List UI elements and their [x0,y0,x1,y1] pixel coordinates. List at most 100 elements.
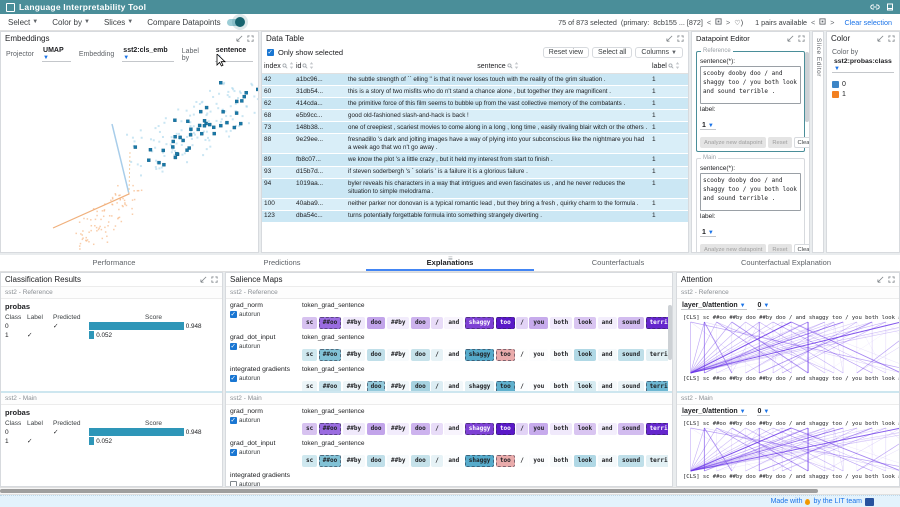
attention-layer-select[interactable]: layer_0/attention ▼ [681,302,747,310]
only-show-selected-checkbox[interactable] [267,49,274,56]
classification-title: Classification Results [5,275,81,284]
salience-token: you [529,423,548,435]
autorun-checkbox[interactable] [230,311,237,318]
autorun-checkbox[interactable] [230,375,237,382]
reset-view-button[interactable]: Reset view [543,47,589,58]
minimize-icon[interactable] [236,35,243,42]
embeddings-scatter[interactable] [1,76,258,252]
sort-icon[interactable] [289,62,294,71]
sort-icon[interactable] [514,62,519,71]
scrollbar-thumb[interactable] [0,489,818,493]
table-row[interactable]: 941019aa...byler reveals his characters … [262,179,688,199]
label-check: ✓ [27,437,53,445]
search-icon[interactable] [507,63,513,71]
column-header-label[interactable]: label [650,62,688,71]
analyze-new-datapoint-button[interactable]: Analyze new datapoint [700,244,766,253]
table-row[interactable]: 6031db54...this is a story of two misfit… [262,86,688,98]
table-row[interactable]: 42a1bc96...the subtle strength of `` ell… [262,74,688,86]
expand-icon[interactable] [888,276,895,283]
sentence-textarea[interactable]: scooby dooby doo / and shaggy too / you … [700,66,801,104]
tab-counterfactuals[interactable]: Counterfactuals [534,255,702,271]
expand-icon[interactable] [798,35,805,42]
columns-button[interactable]: Columns▼ [635,47,683,58]
compare-datapoints-toggle[interactable]: Compare Datapoints [147,18,242,27]
search-icon[interactable] [282,63,288,71]
score-bar [89,437,94,445]
column-header: Class [5,420,27,427]
search-icon[interactable] [668,63,674,71]
svg-text:[CLS] sc ##oo ##by doo ##by do: [CLS] sc ##oo ##by doo ##by doo / and sh… [683,474,899,480]
analyze-new-datapoint-button[interactable]: Analyze new datapoint [700,137,766,148]
lit-app: Language Interpretability Tool Select▼ C… [0,0,900,507]
table-row[interactable]: 68e5b9cc...good old-fashioned slash-and-… [262,110,688,122]
minimize-icon[interactable] [200,276,207,283]
minimize-icon[interactable] [787,35,794,42]
autorun-checkbox[interactable] [230,449,237,456]
table-row[interactable]: 73148b38...one of creepiest , scariest m… [262,122,688,134]
tab-counterfactual-explanation[interactable]: Counterfactual Explanation [702,255,870,271]
table-row[interactable]: 89fb8c07...we know the plot 's a little … [262,154,688,166]
output-group-label: probas [5,408,218,417]
slices-menu[interactable]: Slices▼ [104,18,133,27]
toggle-switch[interactable] [227,19,243,26]
expand-icon[interactable] [677,35,684,42]
salience-token: / [431,423,443,435]
favorite-icon[interactable]: ♡) [734,18,743,27]
label-select[interactable]: 1 ▼ [700,229,716,237]
next-pair-icon[interactable]: > [830,18,834,27]
salience-token: look [574,455,596,467]
column-header-index[interactable]: index [262,62,294,71]
salience-token: terrible [646,381,668,392]
attention-head-select[interactable]: 0 ▼ [757,408,771,416]
pin-pair-icon[interactable] [819,18,826,27]
column-header-id[interactable]: id [294,62,346,71]
tab-performance[interactable]: Performance [30,255,198,271]
splitter-handle-icon[interactable]: ≡ [448,254,453,263]
salience-token: look [574,349,596,361]
search-icon[interactable] [302,63,308,71]
salience-field-label: token_grad_sentence [302,440,668,447]
prev-datapoint-icon[interactable]: < [707,18,711,27]
expand-icon[interactable] [888,35,895,42]
pin-datapoint-icon[interactable] [715,18,722,27]
clear-selection-link[interactable]: Clear selection [844,18,892,27]
salience-token: both [550,455,572,467]
table-row[interactable]: 10040aba9...neither parker nor donovan i… [262,199,688,211]
prev-pair-icon[interactable]: < [811,18,815,27]
attention-head-select[interactable]: 0 ▼ [757,302,771,310]
table-row[interactable]: 889e29ee...fresnadillo 's dark and jolti… [262,134,688,154]
slice-editor-collapsed[interactable]: Slice Editor [812,31,824,253]
attention-layer-select[interactable]: layer_0/attention ▼ [681,408,747,416]
colorby-menu[interactable]: Color by▼ [52,18,90,27]
sort-icon[interactable] [675,62,680,71]
expand-icon[interactable] [211,276,218,283]
minimize-icon[interactable] [666,35,673,42]
reset-button[interactable]: Reset [768,244,791,253]
label-select[interactable]: 1 ▼ [700,122,716,130]
projector-select[interactable]: UMAP ▼ [42,47,71,62]
table-row[interactable]: 62414cda...the primitive force of this f… [262,98,688,110]
next-datapoint-icon[interactable]: > [726,18,730,27]
tab-predictions[interactable]: Predictions [198,255,366,271]
salience-scrollbar[interactable] [668,287,672,484]
horizontal-scrollbar[interactable] [0,487,900,495]
reset-button[interactable]: Reset [768,137,791,148]
salience-token: / [516,455,528,467]
minimize-icon[interactable] [877,35,884,42]
salience-token: you [529,455,548,467]
column-header-sentence[interactable]: sentence [346,62,650,71]
editor-scrollbar[interactable] [805,46,809,250]
select-all-button[interactable]: Select all [592,47,632,58]
autorun-checkbox[interactable] [230,343,237,350]
table-row[interactable]: 123dba54c...turns potentially forgettabl… [262,211,688,223]
salience-method-row: integrated gradientsautorun [230,472,668,487]
sentence-textarea[interactable]: scooby dooby doo / and shaggy too / you … [700,173,801,211]
expand-icon[interactable] [247,35,254,42]
select-menu[interactable]: Select▼ [8,18,38,27]
autorun-checkbox[interactable] [230,417,237,424]
table-row[interactable]: 93d15b7d...if steven soderbergh 's ` sol… [262,167,688,179]
sort-icon[interactable] [309,62,314,71]
color-by-select[interactable]: sst2:probas:class ▼ [832,58,894,73]
embedding-select[interactable]: sst2:cls_emb ▼ [122,47,173,62]
minimize-icon[interactable] [877,276,884,283]
